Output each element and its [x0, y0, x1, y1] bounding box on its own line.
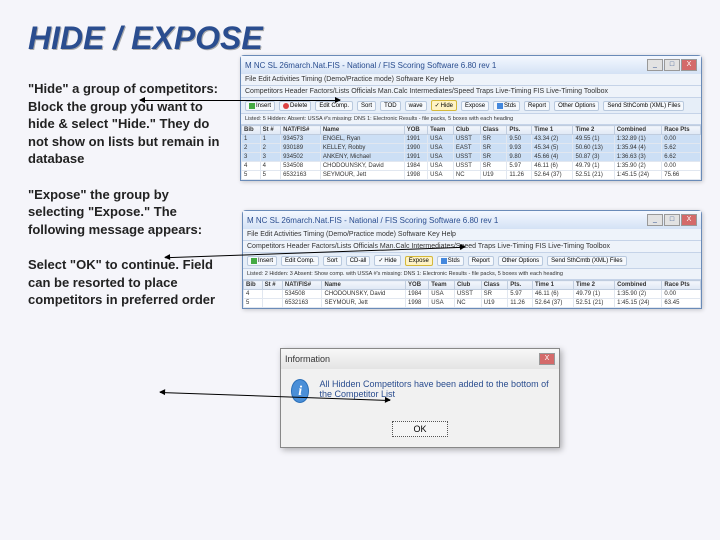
sort-button[interactable]: Sort [323, 256, 342, 266]
table-row[interactable]: 44534508CHODOUNSKY, David1984USAUSSTSR5.… [242, 162, 701, 171]
column-header[interactable]: Club [453, 126, 480, 135]
close-button[interactable]: X [681, 214, 697, 226]
column-header[interactable]: Club [454, 281, 481, 290]
column-header[interactable]: NAT/FIS# [281, 126, 321, 135]
column-header[interactable]: Race Pts [662, 281, 701, 290]
column-header[interactable]: Class [480, 126, 507, 135]
column-header[interactable]: NAT/FIS# [282, 281, 322, 290]
dialog-close-button[interactable]: X [539, 353, 555, 365]
left-text-column: "Hide" a group of competitors: Block the… [28, 80, 228, 327]
edit-comp-button[interactable]: Edit Comp. [281, 256, 319, 266]
column-header[interactable]: Bib [242, 126, 261, 135]
other-options-button[interactable]: Other Options [554, 101, 599, 111]
table-row[interactable]: 22930189KELLEY, Robby1990USAEASTSR9.9345… [242, 144, 701, 153]
tod-button[interactable]: TOD [380, 101, 401, 111]
column-header[interactable]: St # [260, 126, 280, 135]
minimize-button[interactable]: _ [647, 214, 663, 226]
column-header[interactable]: Class [481, 281, 508, 290]
table-row[interactable]: 56532163SEYMOUR, Jett1998USANCU1911.2652… [244, 299, 701, 308]
column-header[interactable]: Team [429, 281, 455, 290]
tabbar[interactable]: Competitors Header Factors/Lists Officia… [241, 86, 701, 98]
expose-button[interactable]: Expose [461, 101, 489, 111]
send-files-button[interactable]: Send SthComb (XML) Files [603, 101, 684, 111]
arrow-to-hide [140, 100, 340, 101]
paragraph-hide: "Hide" a group of competitors: Block the… [28, 80, 228, 168]
competitor-table[interactable]: BibSt #NAT/FIS#NameYOBTeamClubClassPts.T… [243, 280, 701, 308]
hide-button[interactable]: ✓ Hide [431, 100, 457, 111]
stds-button[interactable]: Stds [493, 101, 520, 111]
other-options-button[interactable]: Other Options [498, 256, 543, 266]
titlebar: M NC SL 26march.Nat.FIS - National / FIS… [243, 211, 701, 229]
table-row[interactable]: 4534508CHODOUNSKY, David1984USAUSSTSR5.9… [244, 290, 701, 299]
paragraph-expose: "Expose" the group by selecting "Expose.… [28, 186, 228, 239]
column-header[interactable]: Race Pts [662, 126, 701, 135]
column-header[interactable]: Team [428, 126, 454, 135]
status-line: Listed: 2 Hidden: 3 Absent: Show comp. w… [243, 269, 701, 280]
window-title: M NC SL 26march.Nat.FIS - National / FIS… [247, 216, 498, 225]
titlebar: M NC SL 26march.Nat.FIS - National / FIS… [241, 56, 701, 74]
ok-button[interactable]: OK [392, 421, 447, 437]
column-header[interactable]: Pts. [508, 281, 533, 290]
maximize-button[interactable]: □ [664, 59, 680, 71]
column-header[interactable]: St # [262, 281, 282, 290]
insert-button[interactable]: Insert [247, 256, 277, 266]
menubar[interactable]: File Edit Activities Timing (Demo/Practi… [243, 229, 701, 241]
send-files-button[interactable]: Send SthCmtb (XML) Files [547, 256, 626, 266]
insert-button[interactable]: Insert [245, 101, 275, 111]
toolbar: Insert Edit Comp. Sort CD-all ✓ Hide Exp… [243, 253, 701, 269]
column-header[interactable]: Combined [615, 281, 662, 290]
expose-button[interactable]: Expose [405, 256, 433, 266]
status-line: Listed: 5 Hidden: Absent: USSA #'s missi… [241, 114, 701, 125]
report-button[interactable]: Report [524, 101, 550, 111]
dialog-message: All Hidden Competitors have been added t… [319, 379, 549, 399]
table-row[interactable]: 556532163SEYMOUR, Jett1998USANCU1911.265… [242, 171, 701, 180]
column-header[interactable]: Pts. [507, 126, 532, 135]
column-header[interactable]: Time 1 [532, 126, 573, 135]
app-window-top: M NC SL 26march.Nat.FIS - National / FIS… [240, 55, 702, 181]
column-header[interactable]: YOB [406, 281, 429, 290]
column-header[interactable]: Time 1 [533, 281, 574, 290]
column-header[interactable]: Combined [614, 126, 662, 135]
info-icon: i [291, 379, 309, 403]
column-header[interactable]: YOB [404, 126, 427, 135]
hide-button[interactable]: ✓ Hide [374, 255, 400, 266]
column-header[interactable]: Bib [244, 281, 263, 290]
minimize-button[interactable]: _ [647, 59, 663, 71]
column-header[interactable]: Name [320, 126, 404, 135]
column-header[interactable]: Time 2 [573, 126, 614, 135]
paragraph-ok: Select "OK" to continue. Field can be re… [28, 256, 228, 309]
maximize-button[interactable]: □ [664, 214, 680, 226]
sort-button[interactable]: Sort [357, 101, 376, 111]
dialog-titlebar: Information X [281, 349, 559, 369]
stds-button[interactable]: Stds [437, 256, 464, 266]
table-row[interactable]: 33934502ANKENY, Michael1991USAUSSTSR9.80… [242, 153, 701, 162]
cd-all-button[interactable]: CD-all [346, 256, 371, 266]
window-title: M NC SL 26march.Nat.FIS - National / FIS… [245, 61, 496, 70]
page-title: HIDE / EXPOSE [28, 20, 692, 57]
competitor-table[interactable]: BibSt #NAT/FIS#NameYOBTeamClubClassPts.T… [241, 125, 701, 180]
wave-button[interactable]: wave [405, 101, 427, 111]
column-header[interactable]: Time 2 [574, 281, 615, 290]
dialog-title: Information [285, 354, 330, 364]
column-header[interactable]: Name [322, 281, 406, 290]
delete-button[interactable]: Delete [279, 101, 311, 111]
report-button[interactable]: Report [468, 256, 494, 266]
menubar[interactable]: File Edit Activities Timing (Demo/Practi… [241, 74, 701, 86]
app-window-bottom: M NC SL 26march.Nat.FIS - National / FIS… [242, 210, 702, 309]
close-button[interactable]: X [681, 59, 697, 71]
table-row[interactable]: 11934573ENGEL, Ryan1991USAUSSTSR9.5043.3… [242, 135, 701, 144]
